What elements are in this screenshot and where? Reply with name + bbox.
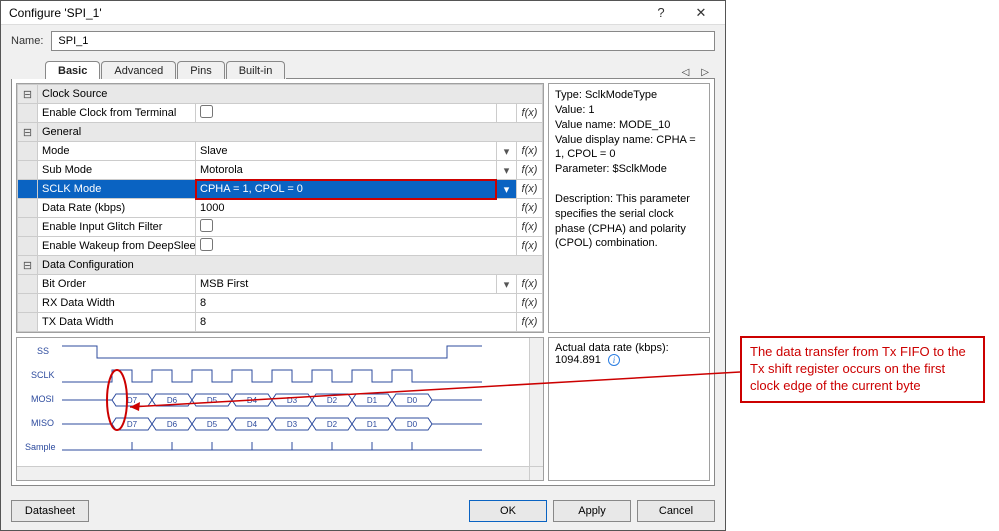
tab-basic[interactable]: Basic bbox=[45, 61, 100, 79]
row-tx-width[interactable]: TX Data Width 8 f(x) bbox=[18, 313, 543, 332]
actual-rate-value: 1094.891 bbox=[555, 354, 601, 366]
diagram-hscroll[interactable] bbox=[17, 466, 529, 480]
actual-rate-label: Actual data rate (kbps): bbox=[555, 342, 669, 354]
window-title: Configure 'SPI_1' bbox=[9, 6, 641, 20]
name-input[interactable] bbox=[51, 31, 715, 51]
sclk-label: SCLK bbox=[31, 370, 55, 380]
name-row: Name: bbox=[1, 25, 725, 57]
row-data-rate[interactable]: Data Rate (kbps) 1000 f(x) bbox=[18, 199, 543, 218]
row-mode[interactable]: Mode Slave ▾ f(x) bbox=[18, 142, 543, 161]
svg-text:D4: D4 bbox=[247, 420, 258, 429]
svg-text:D7: D7 bbox=[127, 420, 138, 429]
row-bit-order[interactable]: Bit Order MSB First ▾ f(x) bbox=[18, 275, 543, 294]
description-panel: Type: SclkModeType Value: 1 Value name: … bbox=[548, 83, 710, 333]
property-grid[interactable]: ⊟ Clock Source Enable Clock from Termina… bbox=[16, 83, 544, 333]
svg-text:D2: D2 bbox=[327, 420, 338, 429]
fx-button[interactable]: f(x) bbox=[516, 313, 542, 332]
fx-button[interactable]: f(x) bbox=[516, 237, 542, 256]
dropdown-icon[interactable]: ▾ bbox=[496, 161, 516, 180]
configure-dialog: Configure 'SPI_1' ? ✕ Name: Basic Advanc… bbox=[0, 0, 726, 531]
dropdown-icon[interactable]: ▾ bbox=[496, 142, 516, 161]
fx-button[interactable]: f(x) bbox=[516, 104, 542, 123]
ss-label: SS bbox=[37, 346, 49, 356]
svg-text:D2: D2 bbox=[327, 396, 338, 405]
collapse-icon[interactable]: ⊟ bbox=[18, 256, 38, 275]
cancel-button[interactable]: Cancel bbox=[637, 500, 715, 522]
mosi-label: MOSI bbox=[31, 394, 54, 404]
tab-pins[interactable]: Pins bbox=[177, 61, 224, 79]
row-sclk-mode[interactable]: SCLK Mode CPHA = 1, CPOL = 0 ▾ f(x) bbox=[18, 180, 543, 199]
actual-rate-panel: Actual data rate (kbps): 1094.891 i bbox=[548, 337, 710, 481]
tab-bar: Basic Advanced Pins Built-in ◁ ▷ bbox=[1, 57, 725, 79]
svg-text:D3: D3 bbox=[287, 420, 298, 429]
tab-advanced[interactable]: Advanced bbox=[101, 61, 176, 79]
name-label: Name: bbox=[11, 35, 43, 47]
wakeup-checkbox[interactable] bbox=[200, 238, 213, 251]
svg-text:D7: D7 bbox=[127, 396, 138, 405]
row-rx-width[interactable]: RX Data Width 8 f(x) bbox=[18, 294, 543, 313]
svg-text:D6: D6 bbox=[167, 396, 178, 405]
tab-content: ⊟ Clock Source Enable Clock from Termina… bbox=[11, 79, 715, 486]
svg-text:D1: D1 bbox=[367, 420, 378, 429]
fx-button[interactable]: f(x) bbox=[516, 161, 542, 180]
row-enable-clock-terminal[interactable]: Enable Clock from Terminal f(x) bbox=[18, 104, 543, 123]
dropdown-icon[interactable]: ▾ bbox=[496, 180, 516, 199]
svg-text:D5: D5 bbox=[207, 420, 218, 429]
ok-button[interactable]: OK bbox=[469, 500, 547, 522]
sample-ticks bbox=[132, 442, 412, 450]
close-button[interactable]: ✕ bbox=[681, 2, 721, 24]
svg-text:D5: D5 bbox=[207, 396, 218, 405]
row-wakeup[interactable]: Enable Wakeup from DeepSleep f(x) bbox=[18, 237, 543, 256]
tab-scroll-left-icon[interactable]: ◁ bbox=[678, 67, 694, 78]
dialog-footer: Datasheet OK Apply Cancel bbox=[1, 492, 725, 530]
svg-text:D4: D4 bbox=[247, 396, 258, 405]
dropdown-icon[interactable]: ▾ bbox=[496, 275, 516, 294]
group-slave-select[interactable]: ⊟ Slave Select bbox=[18, 332, 543, 334]
diagram-vscroll[interactable] bbox=[529, 338, 543, 466]
svg-text:D1: D1 bbox=[367, 396, 378, 405]
enable-clock-terminal-checkbox[interactable] bbox=[200, 105, 213, 118]
row-glitch[interactable]: Enable Input Glitch Filter f(x) bbox=[18, 218, 543, 237]
collapse-icon[interactable]: ⊟ bbox=[18, 123, 38, 142]
group-clock-source[interactable]: ⊟ Clock Source bbox=[18, 85, 543, 104]
fx-button[interactable]: f(x) bbox=[516, 142, 542, 161]
svg-text:D0: D0 bbox=[407, 420, 418, 429]
miso-label: MISO bbox=[31, 418, 54, 428]
svg-text:D0: D0 bbox=[407, 396, 418, 405]
glitch-checkbox[interactable] bbox=[200, 219, 213, 232]
collapse-icon[interactable]: ⊟ bbox=[18, 332, 38, 334]
tab-builtin[interactable]: Built-in bbox=[226, 61, 286, 79]
svg-text:D6: D6 bbox=[167, 420, 178, 429]
titlebar: Configure 'SPI_1' ? ✕ bbox=[1, 1, 725, 25]
fx-button[interactable]: f(x) bbox=[516, 199, 542, 218]
apply-button[interactable]: Apply bbox=[553, 500, 631, 522]
help-button[interactable]: ? bbox=[641, 2, 681, 24]
collapse-icon[interactable]: ⊟ bbox=[18, 85, 38, 104]
info-icon[interactable]: i bbox=[608, 354, 620, 366]
group-general[interactable]: ⊟ General bbox=[18, 123, 543, 142]
fx-button[interactable]: f(x) bbox=[516, 294, 542, 313]
tab-scroll-right-icon[interactable]: ▷ bbox=[697, 67, 713, 78]
group-data-config[interactable]: ⊟ Data Configuration bbox=[18, 256, 543, 275]
datasheet-button[interactable]: Datasheet bbox=[11, 500, 89, 522]
fx-button[interactable]: f(x) bbox=[516, 218, 542, 237]
timing-svg: SS SCLK MOSI MISO Sample bbox=[17, 338, 544, 478]
fx-button[interactable]: f(x) bbox=[516, 180, 542, 199]
svg-text:D3: D3 bbox=[287, 396, 298, 405]
sample-label: Sample bbox=[25, 442, 56, 452]
row-sub-mode[interactable]: Sub Mode Motorola ▾ f(x) bbox=[18, 161, 543, 180]
fx-button[interactable]: f(x) bbox=[516, 275, 542, 294]
timing-diagram: SS SCLK MOSI MISO Sample bbox=[16, 337, 544, 481]
annotation-box: The data transfer from Tx FIFO to the Tx… bbox=[740, 336, 985, 403]
